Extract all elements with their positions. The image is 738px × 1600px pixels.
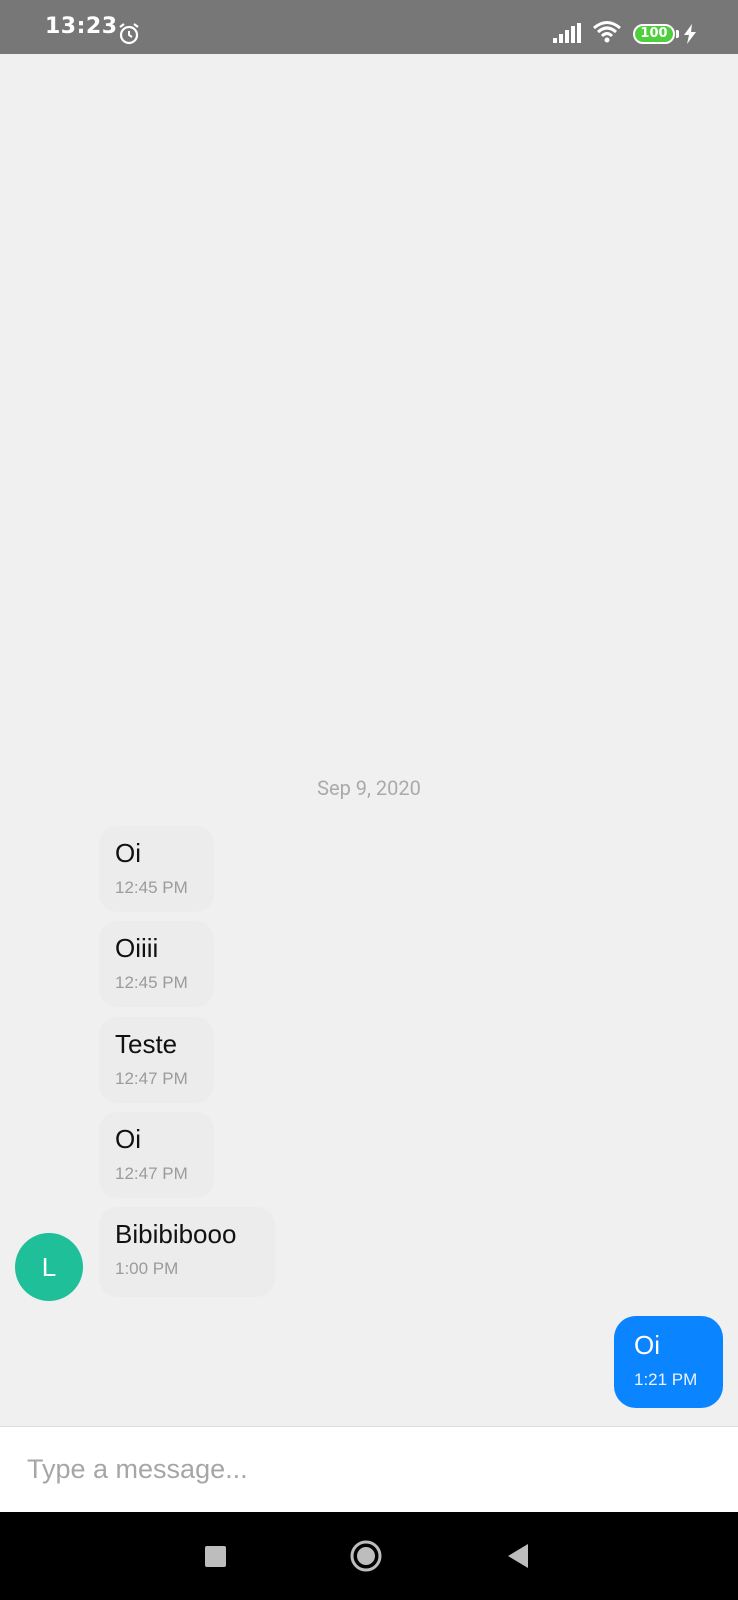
status-bar: 13:23 100 (0, 0, 738, 54)
message-text: Oiiii (115, 933, 159, 963)
incoming-message[interactable]: Oiiii 12:45 PM (99, 921, 214, 1007)
incoming-message[interactable]: Oi 12:47 PM (99, 1112, 214, 1198)
message-text: Bibibibooo (115, 1219, 237, 1249)
battery-icon: 100 (633, 24, 675, 44)
message-text: Teste (115, 1029, 178, 1059)
message-time: 12:47 PM (115, 1069, 188, 1088)
message-time: 1:21 PM (634, 1370, 698, 1389)
wifi-icon (593, 21, 621, 43)
charging-icon (684, 24, 696, 44)
incoming-message[interactable]: Oi 12:45 PM (99, 826, 214, 912)
message-text: Oi (115, 838, 141, 868)
message-time: 12:45 PM (115, 878, 188, 897)
composer-bar (0, 1426, 738, 1512)
message-time: 1:00 PM (115, 1259, 179, 1278)
avatar[interactable]: L (15, 1233, 83, 1301)
date-separator: Sep 9, 2020 (317, 776, 421, 800)
back-icon[interactable] (506, 1543, 530, 1569)
recents-icon[interactable] (205, 1546, 226, 1567)
incoming-message[interactable]: Bibibibooo 1:00 PM (99, 1207, 275, 1297)
navigation-bar (0, 1512, 738, 1600)
message-input[interactable] (0, 1427, 738, 1511)
message-text: Oi (115, 1124, 141, 1154)
alarm-icon (119, 23, 139, 45)
signal-icon (553, 23, 581, 43)
battery-tip (676, 30, 679, 38)
message-time: 12:45 PM (115, 973, 188, 992)
status-time: 13:23 (45, 14, 118, 39)
battery-level: 100 (640, 26, 668, 41)
message-time: 12:47 PM (115, 1164, 188, 1183)
home-icon[interactable] (350, 1540, 382, 1572)
outgoing-message[interactable]: Oi 1:21 PM (614, 1316, 723, 1408)
message-text: Oi (634, 1330, 660, 1360)
incoming-message[interactable]: Teste 12:47 PM (99, 1017, 214, 1103)
